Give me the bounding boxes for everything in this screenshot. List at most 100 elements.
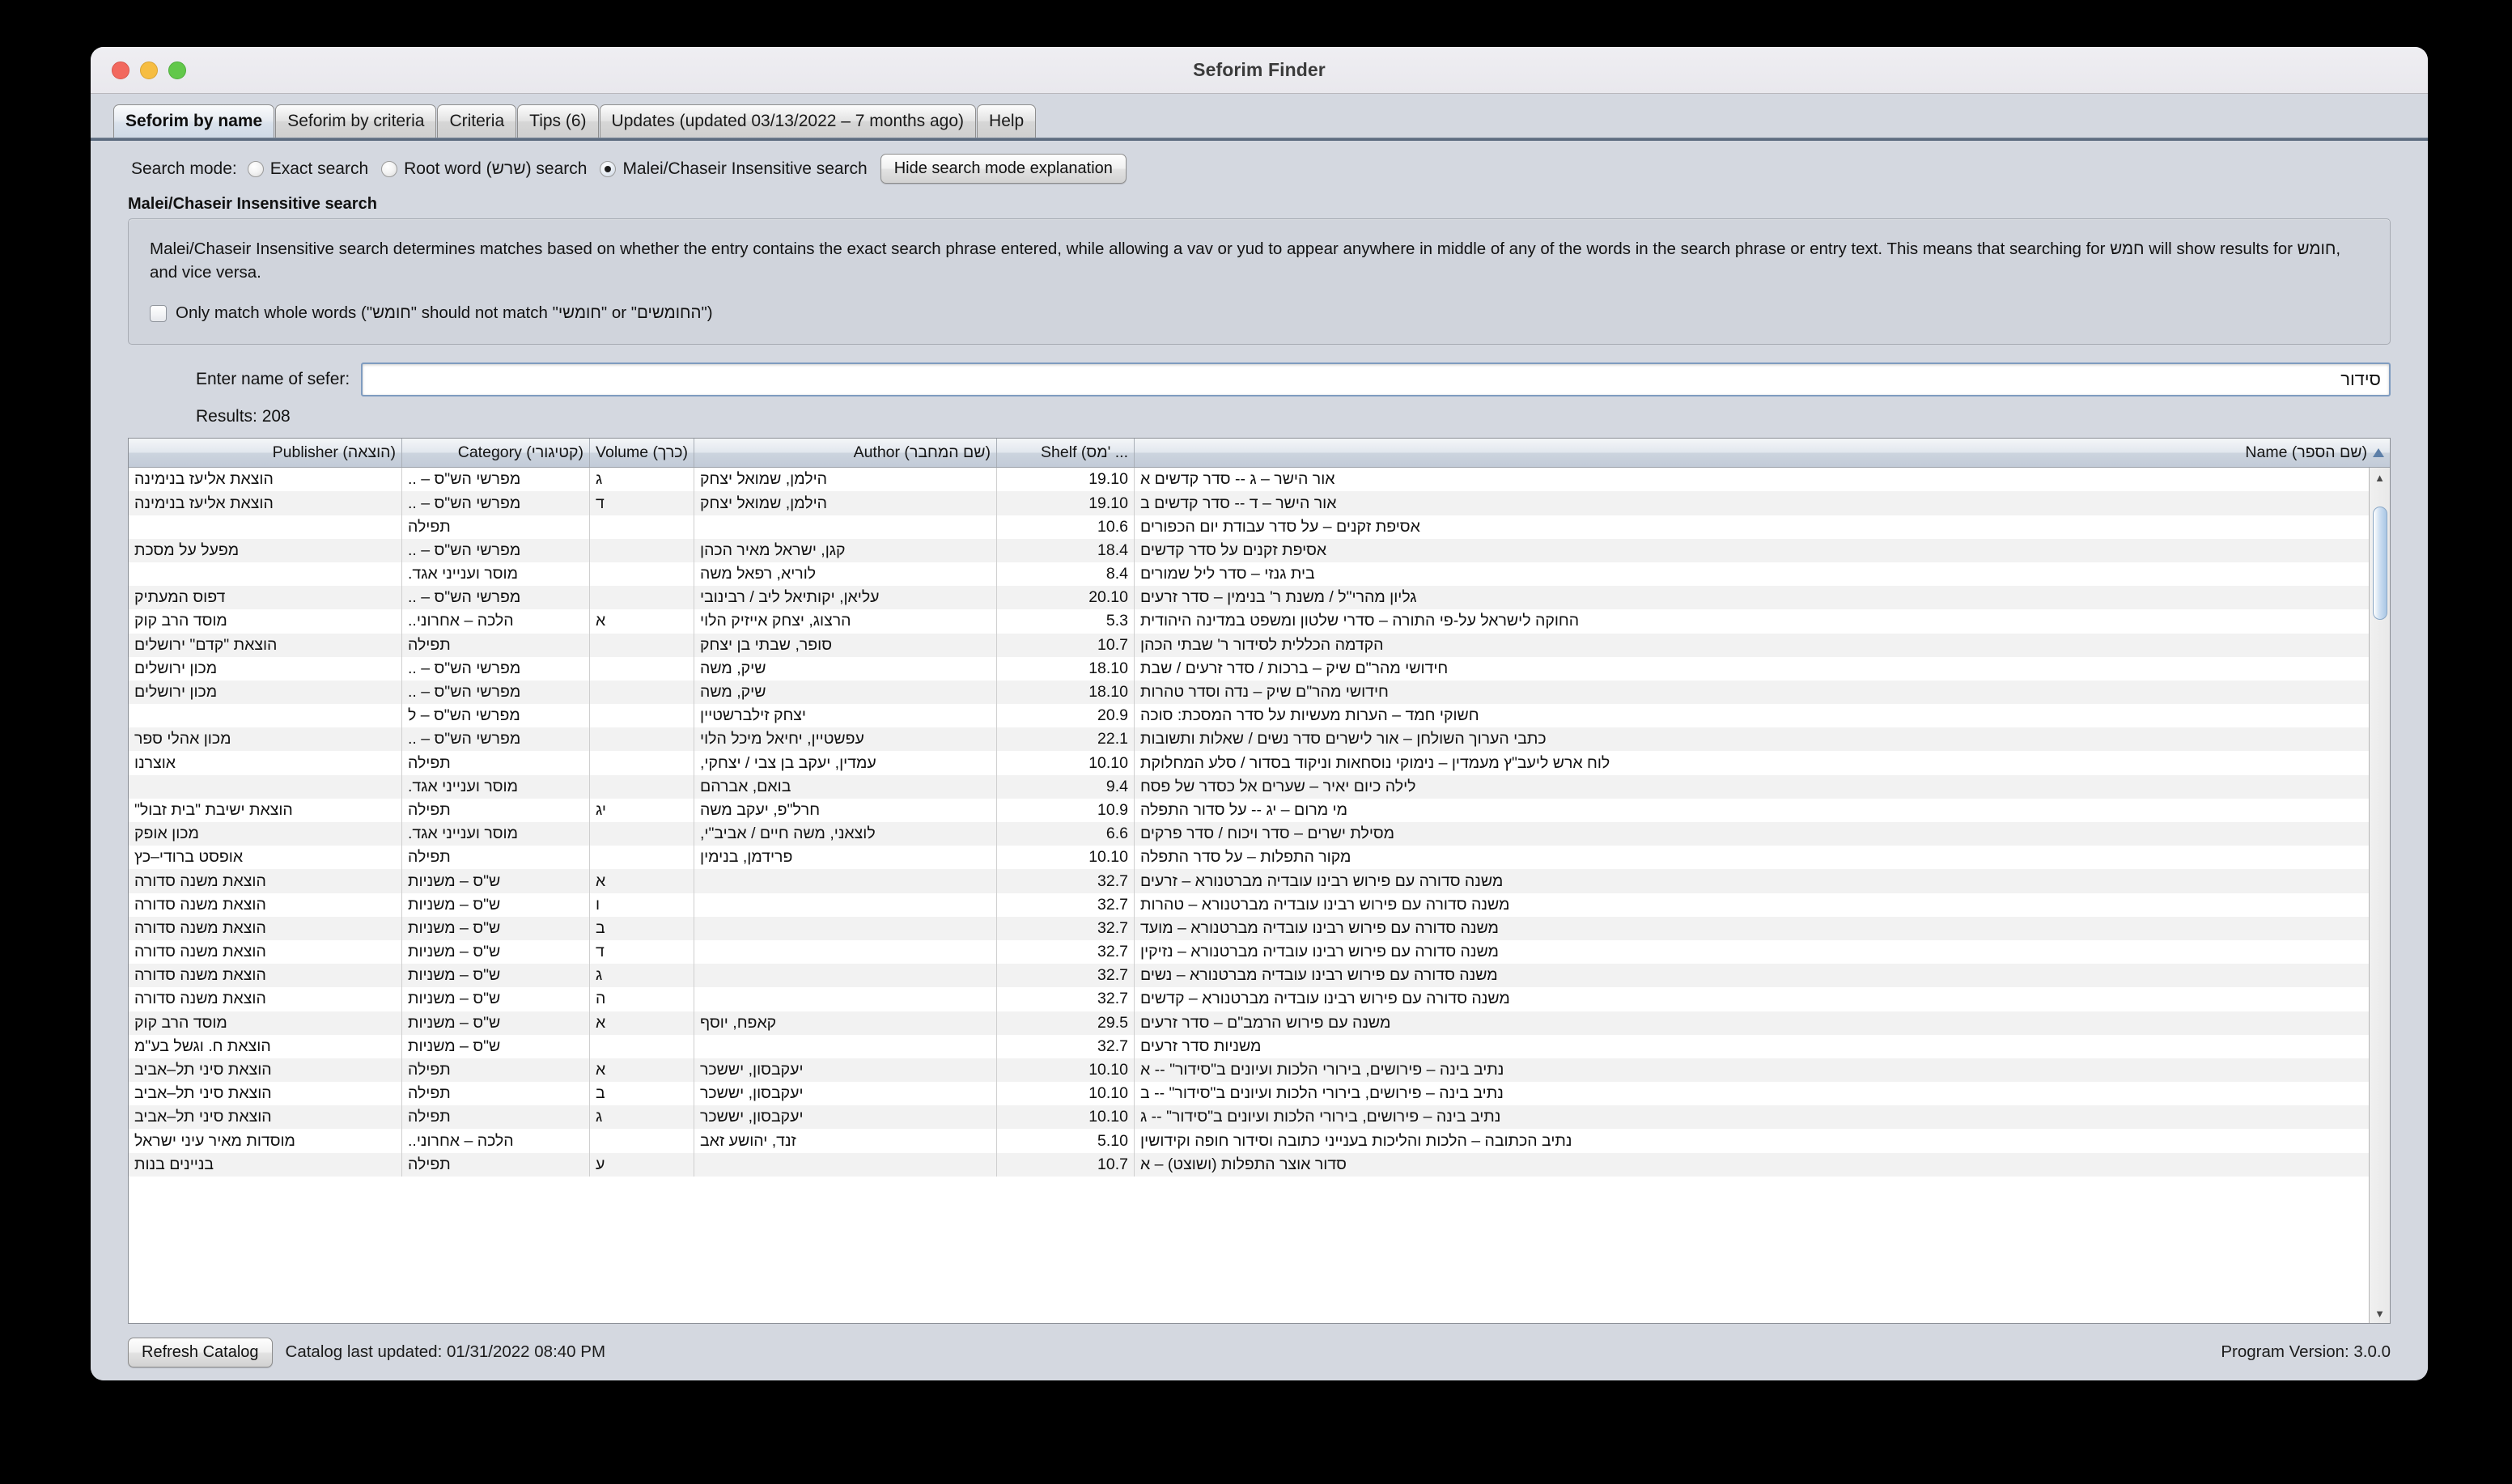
cell-shelf: 29.5 — [997, 1011, 1135, 1035]
radio-exact-search[interactable]: Exact search — [247, 159, 368, 179]
radio-root-word-search[interactable]: Root word (שרש) search — [381, 159, 587, 179]
hide-search-mode-explanation-button[interactable]: Hide search mode explanation — [880, 154, 1127, 184]
table-row[interactable]: מפרשי הש"ס – ל יצחק זילברשטיין 20.9 חשוקי ח… — [129, 704, 2390, 728]
table-row[interactable]: הוצאת "קדם" ירושלים תפילה סופר, שבתי בן יצ… — [129, 633, 2390, 657]
cell-volume — [590, 774, 694, 799]
tab-help[interactable]: Help — [977, 104, 1037, 138]
results-count: Results: 208 — [196, 407, 291, 426]
scroll-up-arrow-icon[interactable]: ▲ — [2370, 468, 2391, 487]
scroll-down-arrow-icon[interactable]: ▼ — [2370, 1304, 2391, 1323]
close-button[interactable] — [112, 61, 129, 79]
cell-volume: א — [590, 869, 694, 893]
cell-volume: ג — [590, 964, 694, 988]
cell-name: משנה סדורה עם פירוש רבינו עובדיה מברטנור… — [1140, 966, 1498, 985]
cell-shelf: 32.7 — [997, 964, 1135, 988]
cell-volume: ג — [590, 468, 694, 492]
cell-category: מפרשי הש"ס – .. — [402, 538, 590, 562]
cell-shelf: 32.7 — [997, 987, 1135, 1011]
minimize-button[interactable] — [140, 61, 158, 79]
cell-category: מוסר וענייני אגד. — [402, 562, 590, 587]
column-header-publisher[interactable]: Publisher (הוצאה) — [129, 439, 402, 468]
cell-publisher — [129, 562, 402, 587]
tab-bar: Seforim by name Seforim by criteria Crit… — [91, 94, 2428, 138]
table-row[interactable]: דפוס המעתיק מפרשי הש"ס – .. עליאן, יקותיאל… — [129, 586, 2390, 610]
program-version-text: Program Version: 3.0.0 — [2221, 1342, 2391, 1361]
column-header-category[interactable]: Category (קטיגורי) — [402, 439, 590, 468]
table-row[interactable]: מכון ירושלים מפרשי הש"ס – .. שיק, משה 18.10… — [129, 656, 2390, 681]
cell-volume: א — [590, 609, 694, 634]
table-row[interactable]: הוצאת משנה סדורה ש"ס – משניות ג 32.7 משנה סד… — [129, 964, 2390, 988]
scrollbar-track[interactable] — [2370, 487, 2391, 1304]
tab-seforim-by-criteria[interactable]: Seforim by criteria — [275, 104, 437, 138]
table-row[interactable]: הוצאת ישיבת "בית זבול" תפילה יג חרל"פ, יעקב… — [129, 798, 2390, 823]
table-row[interactable]: מוסד הרב קוק הלכה – אחרוני.. א הרצוג, יצחק … — [129, 609, 2390, 634]
column-header-author[interactable]: Author (שם המחבר) — [694, 439, 997, 468]
table-row[interactable]: הוצאת סיני תל–אביב תפילה ב יעקבסון, יששכר 10… — [129, 1082, 2390, 1106]
column-header-name-label: Name (שם הספר) — [2245, 443, 2367, 462]
cell-publisher: אוצרנו — [129, 751, 402, 775]
cell-category: הלכה – אחרוני.. — [402, 1129, 590, 1153]
cell-shelf: 10.9 — [997, 798, 1135, 823]
cell-name: חשוקי חמד – הערות מעשיות על סדר המסכת: ס… — [1140, 706, 1479, 725]
table-row[interactable]: מפעל על מסכת מפרשי הש"ס – .. קגן, ישראל מא… — [129, 538, 2390, 562]
radio-button-checked-icon — [600, 160, 617, 177]
table-row[interactable]: תפילה 10.6 אסיפת זקנים – על סדר עבודת יום … — [129, 515, 2390, 539]
cell-name: החוקה לישראל על-פי התורה – סדרי שלטון ומ… — [1140, 612, 1580, 630]
cell-publisher: אופסט ברודי–כץ — [129, 846, 402, 870]
table-row[interactable]: הוצאת סיני תל–אביב תפילה א יעקבסון, יששכר 10… — [129, 1058, 2390, 1083]
table-row[interactable]: אופסט ברודי–כץ תפילה פרידמן, בנימין 10.10 מק… — [129, 846, 2390, 870]
table-row[interactable]: מוסד הרב קוק ש"ס – משניות א קאפח, יוסף 29.5 מ… — [129, 1011, 2390, 1035]
tab-seforim-by-name[interactable]: Seforim by name — [113, 104, 275, 138]
table-row[interactable]: הוצאת משנה סדורה ש"ס – משניות ו 32.7 משנה סד… — [129, 893, 2390, 917]
sort-ascending-icon — [2373, 448, 2384, 458]
search-input[interactable]: סידור — [361, 363, 2391, 397]
cell-publisher: הוצאת משנה סדורה — [129, 939, 402, 965]
table-row[interactable]: הוצאת משנה סדורה ש"ס – משניות ב 32.7 משנה סד… — [129, 916, 2390, 940]
cell-publisher: הוצאת אליעז בנימינה — [129, 468, 402, 492]
cell-author: עפשטיין, יחיאל מיכל הלוי — [694, 727, 997, 752]
cell-publisher: הוצאת ח. וגשל בע"מ — [129, 1034, 402, 1058]
table-row[interactable]: מכון אופק מוסר וענייני אגד. לוצאני, משה חי… — [129, 822, 2390, 846]
radio-button-icon — [247, 160, 264, 177]
table-row[interactable]: בניינים בנות תפילה ע 10.7 סדור אוצר התפלות (… — [129, 1152, 2390, 1177]
refresh-catalog-button[interactable]: Refresh Catalog — [128, 1337, 273, 1367]
table-row[interactable]: מוסר וענייני אגד. לוריא, רפאל משה 8.4 בית ג… — [129, 562, 2390, 587]
table-row[interactable]: הוצאת משנה סדורה ש"ס – משניות א 32.7 משנה סד… — [129, 869, 2390, 893]
cell-author — [694, 964, 997, 988]
explanation-title: Malei/Chaseir Insensitive search — [128, 195, 377, 213]
column-header-volume[interactable]: Volume (כרך) — [590, 439, 694, 468]
results-table: Publisher (הוצאה) Category (קטיגורי) Vol… — [128, 438, 2391, 1324]
maximize-button[interactable] — [168, 61, 186, 79]
radio-malei-chaseir-search[interactable]: Malei/Chaseir Insensitive search — [600, 159, 868, 179]
column-header-shelf[interactable]: Shelf (מס' ... — [997, 439, 1135, 468]
table-row[interactable]: הוצאת אליעז בנימינה מפרשי הש"ס – .. ג הילמן… — [129, 468, 2390, 492]
table-row[interactable]: מוסדות מאיר עיני ישראל הלכה – אחרוני.. זנד… — [129, 1129, 2390, 1153]
table-row[interactable]: אוצרנו תפילה עמדין, יעקב בן צבי / יצחקי, 10… — [129, 751, 2390, 775]
cell-name: משניות סדר זרעים — [1140, 1037, 1262, 1055]
cell-category: ש"ס – משניות — [402, 916, 590, 940]
table-row[interactable]: הוצאת ח. וגשל בע"מ ש"ס – משניות 32.7 משניות… — [129, 1034, 2390, 1058]
table-row[interactable]: הוצאת סיני תל–אביב תפילה ג יעקבסון, יששכר 10… — [129, 1105, 2390, 1130]
cell-shelf: 32.7 — [997, 1034, 1135, 1058]
table-row[interactable]: הוצאת אליעז בנימינה מפרשי הש"ס – .. ד הילמן… — [129, 491, 2390, 515]
cell-author — [694, 916, 997, 940]
search-input-value: סידור — [2340, 369, 2381, 390]
catalog-updated-text: Catalog last updated: 01/31/2022 08:40 P… — [285, 1342, 606, 1361]
tab-criteria[interactable]: Criteria — [437, 104, 517, 138]
vertical-scrollbar[interactable]: ▲ ▼ — [2369, 468, 2390, 1323]
tab-tips[interactable]: Tips (6) — [517, 104, 599, 138]
table-row[interactable]: מכון אהלי ספר מפרשי הש"ס – .. עפשטיין, יחי… — [129, 727, 2390, 752]
whole-words-checkbox-row[interactable]: Only match whole words ("חומש" should no… — [150, 303, 2369, 323]
table-row[interactable]: הוצאת משנה סדורה ש"ס – משניות ד 32.7 משנה סד… — [129, 939, 2390, 965]
cell-publisher: הוצאת אליעז בנימינה — [129, 491, 402, 515]
tab-updates[interactable]: Updates (updated 03/13/2022 – 7 months a… — [599, 104, 977, 138]
scrollbar-thumb[interactable] — [2372, 507, 2387, 621]
column-header-name[interactable]: Name (שם הספר) — [1135, 439, 2390, 467]
cell-author: שיק, משה — [694, 656, 997, 681]
cell-category: ש"ס – משניות — [402, 987, 590, 1011]
table-row[interactable]: מכון ירושלים מפרשי הש"ס – .. שיק, משה 18.10… — [129, 680, 2390, 705]
window-title: Seforim Finder — [1193, 59, 1326, 80]
table-row[interactable]: מוסר וענייני אגד. בואם, אברהם 9.4 לילה כיום… — [129, 774, 2390, 799]
checkbox-icon[interactable] — [150, 304, 167, 322]
table-row[interactable]: הוצאת משנה סדורה ש"ס – משניות ה 32.7 משנה סד… — [129, 987, 2390, 1011]
